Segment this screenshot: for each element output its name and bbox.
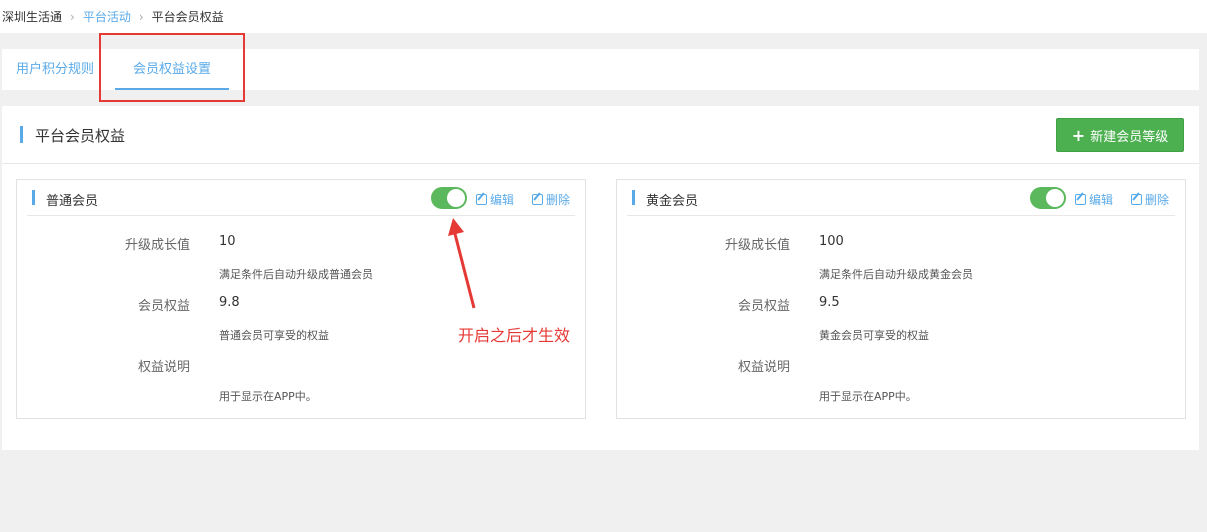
edit-button[interactable]: 编辑 xyxy=(1075,191,1113,208)
section-title: 平台会员权益 xyxy=(35,127,126,145)
chevron-right-icon: › xyxy=(70,9,75,24)
rights-value: 9.5 xyxy=(819,295,840,310)
delete-icon xyxy=(532,194,543,205)
rights-label: 会员权益 xyxy=(737,299,790,314)
section-header: 平台会员权益 + 新建会员等级 xyxy=(2,106,1199,164)
rights-value: 9.8 xyxy=(219,295,240,310)
breadcrumb-item-home[interactable]: 深圳生活通 xyxy=(2,8,62,25)
annotation-arrow-icon xyxy=(448,218,476,309)
breadcrumb-item-current: 平台会员权益 xyxy=(151,10,224,24)
card-title: 黄金会员 xyxy=(646,194,699,209)
explain-label: 权益说明 xyxy=(737,360,790,375)
growth-value: 10 xyxy=(219,234,236,249)
breadcrumb: 深圳生活通 › 平台活动 › 平台会员权益 xyxy=(0,0,1207,33)
edit-label: 编辑 xyxy=(490,193,515,207)
plus-icon: + xyxy=(1071,125,1086,145)
growth-label: 升级成长值 xyxy=(124,238,190,253)
card-accent-bar xyxy=(632,190,635,205)
growth-value: 100 xyxy=(819,234,844,249)
rights-label: 会员权益 xyxy=(137,299,190,314)
new-member-level-label: 新建会员等级 xyxy=(1090,129,1169,145)
section-accent-bar xyxy=(20,126,23,143)
member-card-regular: 普通会员 编辑 删除 升级成长值 10 满足条件后自动升级成普通会员 会员权益 … xyxy=(16,179,586,419)
card-accent-bar xyxy=(32,190,35,205)
new-member-level-button[interactable]: + 新建会员等级 xyxy=(1056,118,1184,152)
enable-toggle[interactable] xyxy=(431,187,467,209)
delete-label: 删除 xyxy=(1145,193,1170,207)
member-card-gold: 黄金会员 编辑 删除 升级成长值 100 满足条件后自动升级成黄金会员 会员权益… xyxy=(616,179,1186,419)
explain-desc: 用于显示在APP中。 xyxy=(219,390,317,403)
growth-desc: 满足条件后自动升级成黄金会员 xyxy=(819,268,973,281)
growth-desc: 满足条件后自动升级成普通会员 xyxy=(219,268,373,281)
toggle-knob xyxy=(1046,189,1064,207)
toggle-knob xyxy=(447,189,465,207)
card-header: 黄金会员 编辑 删除 xyxy=(627,180,1175,216)
card-header: 普通会员 编辑 删除 xyxy=(27,180,575,216)
explain-desc: 用于显示在APP中。 xyxy=(819,390,917,403)
edit-icon xyxy=(1075,194,1086,205)
edit-button[interactable]: 编辑 xyxy=(476,191,514,208)
card-title: 普通会员 xyxy=(46,194,99,209)
main-panel: 平台会员权益 + 新建会员等级 普通会员 编辑 删除 升级成长值 10 满足条件… xyxy=(2,106,1199,450)
explain-label: 权益说明 xyxy=(137,360,190,375)
edit-label: 编辑 xyxy=(1089,193,1114,207)
rights-desc: 普通会员可享受的权益 xyxy=(219,329,329,342)
growth-label: 升级成长值 xyxy=(724,238,790,253)
chevron-right-icon: › xyxy=(138,9,144,24)
delete-label: 删除 xyxy=(546,193,571,207)
edit-icon xyxy=(476,194,487,205)
breadcrumb-item-activity[interactable]: 平台活动 xyxy=(83,8,131,25)
enable-toggle[interactable] xyxy=(1030,187,1066,209)
annotation-highlight-box xyxy=(99,33,245,102)
annotation-text: 开启之后才生效 xyxy=(458,326,571,345)
tab-points-rules[interactable]: 用户积分规则 xyxy=(16,49,94,90)
rights-desc: 黄金会员可享受的权益 xyxy=(819,329,929,342)
delete-icon xyxy=(1131,194,1142,205)
delete-button[interactable]: 删除 xyxy=(532,191,570,208)
delete-button[interactable]: 删除 xyxy=(1131,191,1169,208)
